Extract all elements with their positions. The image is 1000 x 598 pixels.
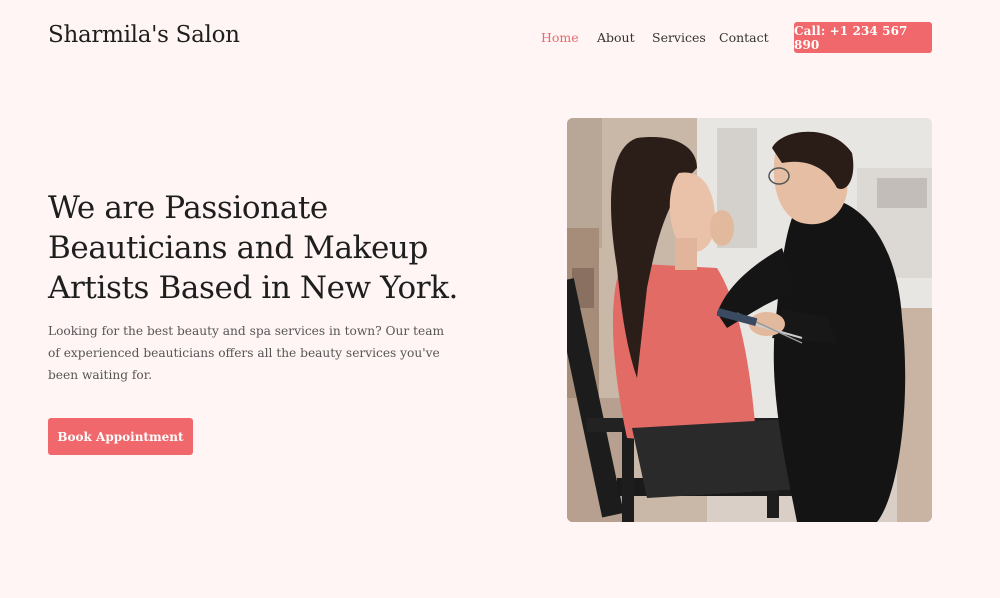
hero-title: We are Passionate Beauticians and Makeup…	[48, 190, 459, 306]
nav-home[interactable]: Home	[541, 30, 579, 45]
hero-description: Looking for the best beauty and spa serv…	[48, 324, 445, 382]
site-logo[interactable]: Sharmila's Salon	[48, 22, 240, 48]
makeup-artist-photo	[567, 118, 932, 522]
call-button[interactable]: Call: +1 234 567 890	[794, 22, 932, 53]
site-header: Sharmila's Salon Home About Services Con…	[0, 0, 1000, 78]
nav-contact[interactable]: Contact	[719, 30, 769, 45]
nav-about[interactable]: About	[597, 30, 635, 45]
nav-services[interactable]: Services	[652, 30, 706, 45]
book-appointment-button[interactable]: Book Appointment	[48, 418, 193, 455]
